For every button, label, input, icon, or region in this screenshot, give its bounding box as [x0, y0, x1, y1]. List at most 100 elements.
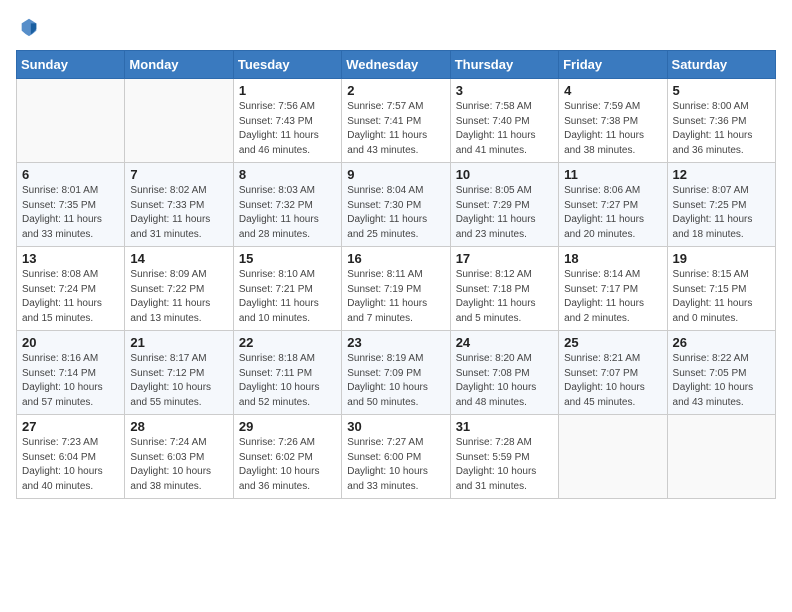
calendar-day-cell: 5 Sunrise: 8:00 AMSunset: 7:36 PMDaylight…: [667, 79, 775, 163]
day-info: Sunrise: 8:10 AMSunset: 7:21 PMDaylight:…: [239, 268, 336, 326]
calendar-week-row: 6Sunrise: 8:01 AMSunset: 7:35 PMDaylight…: [17, 163, 776, 247]
calendar-day-cell: 10 Sunrise: 8:05 AMSunset: 7:29 PMDayligh…: [450, 163, 558, 247]
day-info: Sunrise: 8:12 AMSunset: 7:18 PMDaylight:…: [456, 268, 553, 326]
day-number: 28: [130, 419, 227, 434]
calendar-day-cell: 14 Sunrise: 8:09 AMSunset: 7:22 PMDayligh…: [125, 247, 233, 331]
day-info: Sunrise: 8:00 AMSunset: 7:36 PMDaylight:…: [673, 100, 770, 158]
day-info: Sunrise: 8:08 AMSunset: 7:24 PMDaylight:…: [22, 268, 119, 326]
calendar-day-cell: 26 Sunrise: 8:22 AMSunset: 7:05 PMDayligh…: [667, 331, 775, 415]
day-info: Sunrise: 8:04 AMSunset: 7:30 PMDaylight:…: [347, 184, 444, 242]
day-info: Sunrise: 8:11 AMSunset: 7:19 PMDaylight:…: [347, 268, 444, 326]
day-info: Sunrise: 8:03 AMSunset: 7:32 PMDaylight:…: [239, 184, 336, 242]
calendar-week-row: 13 Sunrise: 8:08 AMSunset: 7:24 PMDayligh…: [17, 247, 776, 331]
calendar-day-cell: 13 Sunrise: 8:08 AMSunset: 7:24 PMDayligh…: [17, 247, 125, 331]
day-info: Sunrise: 7:24 AMSunset: 6:03 PMDaylight:…: [130, 436, 227, 494]
calendar-day-cell: 19 Sunrise: 8:15 AMSunset: 7:15 PMDayligh…: [667, 247, 775, 331]
day-number: 8: [239, 167, 336, 182]
weekday-header-cell: Friday: [559, 51, 667, 79]
day-info: Sunrise: 7:58 AMSunset: 7:40 PMDaylight:…: [456, 100, 553, 158]
day-number: 26: [673, 335, 770, 350]
calendar-day-cell: [559, 415, 667, 499]
calendar-day-cell: 27Sunrise: 7:23 AMSunset: 6:04 PMDayligh…: [17, 415, 125, 499]
calendar-day-cell: 22 Sunrise: 8:18 AMSunset: 7:11 PMDayligh…: [233, 331, 341, 415]
day-number: 11: [564, 167, 661, 182]
weekday-header-cell: Monday: [125, 51, 233, 79]
day-info: Sunrise: 8:17 AMSunset: 7:12 PMDaylight:…: [130, 352, 227, 410]
day-number: 18: [564, 251, 661, 266]
calendar-day-cell: 4 Sunrise: 7:59 AMSunset: 7:38 PMDaylight…: [559, 79, 667, 163]
day-number: 24: [456, 335, 553, 350]
calendar-day-cell: 17 Sunrise: 8:12 AMSunset: 7:18 PMDayligh…: [450, 247, 558, 331]
calendar-day-cell: 2 Sunrise: 7:57 AMSunset: 7:41 PMDaylight…: [342, 79, 450, 163]
calendar-day-cell: 7 Sunrise: 8:02 AMSunset: 7:33 PMDaylight…: [125, 163, 233, 247]
day-info: Sunrise: 8:14 AMSunset: 7:17 PMDaylight:…: [564, 268, 661, 326]
day-number: 20: [22, 335, 119, 350]
calendar-body: 1 Sunrise: 7:56 AMSunset: 7:43 PMDaylight…: [17, 79, 776, 499]
day-info: Sunrise: 7:59 AMSunset: 7:38 PMDaylight:…: [564, 100, 661, 158]
day-number: 7: [130, 167, 227, 182]
day-number: 14: [130, 251, 227, 266]
day-info: Sunrise: 8:21 AMSunset: 7:07 PMDaylight:…: [564, 352, 661, 410]
day-number: 12: [673, 167, 770, 182]
weekday-header-cell: Saturday: [667, 51, 775, 79]
weekday-header-cell: Sunday: [17, 51, 125, 79]
day-number: 10: [456, 167, 553, 182]
day-number: 13: [22, 251, 119, 266]
calendar-day-cell: 8 Sunrise: 8:03 AMSunset: 7:32 PMDaylight…: [233, 163, 341, 247]
day-info: Sunrise: 8:20 AMSunset: 7:08 PMDaylight:…: [456, 352, 553, 410]
day-number: 16: [347, 251, 444, 266]
calendar-day-cell: [17, 79, 125, 163]
day-number: 5: [673, 83, 770, 98]
day-number: 1: [239, 83, 336, 98]
day-number: 30: [347, 419, 444, 434]
day-info: Sunrise: 8:02 AMSunset: 7:33 PMDaylight:…: [130, 184, 227, 242]
logo: [16, 16, 40, 38]
calendar-day-cell: 25 Sunrise: 8:21 AMSunset: 7:07 PMDayligh…: [559, 331, 667, 415]
day-info: Sunrise: 8:18 AMSunset: 7:11 PMDaylight:…: [239, 352, 336, 410]
calendar-day-cell: 24 Sunrise: 8:20 AMSunset: 7:08 PMDayligh…: [450, 331, 558, 415]
day-info: Sunrise: 8:01 AMSunset: 7:35 PMDaylight:…: [22, 184, 119, 242]
day-info: Sunrise: 7:26 AMSunset: 6:02 PMDaylight:…: [239, 436, 336, 494]
day-number: 22: [239, 335, 336, 350]
calendar-table: SundayMondayTuesdayWednesdayThursdayFrid…: [16, 50, 776, 499]
day-info: Sunrise: 7:56 AMSunset: 7:43 PMDaylight:…: [239, 100, 336, 158]
day-info: Sunrise: 7:57 AMSunset: 7:41 PMDaylight:…: [347, 100, 444, 158]
calendar-day-cell: 23Sunrise: 8:19 AMSunset: 7:09 PMDayligh…: [342, 331, 450, 415]
logo-icon: [18, 16, 40, 38]
day-info: Sunrise: 8:22 AMSunset: 7:05 PMDaylight:…: [673, 352, 770, 410]
day-info: Sunrise: 7:28 AMSunset: 5:59 PMDaylight:…: [456, 436, 553, 494]
day-number: 23: [347, 335, 444, 350]
calendar-day-cell: 18 Sunrise: 8:14 AMSunset: 7:17 PMDayligh…: [559, 247, 667, 331]
calendar-day-cell: 15 Sunrise: 8:10 AMSunset: 7:21 PMDayligh…: [233, 247, 341, 331]
day-number: 9: [347, 167, 444, 182]
day-number: 19: [673, 251, 770, 266]
header: [16, 16, 776, 38]
day-number: 29: [239, 419, 336, 434]
day-number: 27: [22, 419, 119, 434]
weekday-header-cell: Thursday: [450, 51, 558, 79]
day-info: Sunrise: 8:05 AMSunset: 7:29 PMDaylight:…: [456, 184, 553, 242]
calendar-week-row: 1 Sunrise: 7:56 AMSunset: 7:43 PMDaylight…: [17, 79, 776, 163]
day-number: 31: [456, 419, 553, 434]
day-info: Sunrise: 8:15 AMSunset: 7:15 PMDaylight:…: [673, 268, 770, 326]
day-number: 3: [456, 83, 553, 98]
day-number: 2: [347, 83, 444, 98]
calendar-day-cell: 31 Sunrise: 7:28 AMSunset: 5:59 PMDayligh…: [450, 415, 558, 499]
day-number: 4: [564, 83, 661, 98]
calendar-day-cell: 28 Sunrise: 7:24 AMSunset: 6:03 PMDayligh…: [125, 415, 233, 499]
calendar-day-cell: 21Sunrise: 8:17 AMSunset: 7:12 PMDayligh…: [125, 331, 233, 415]
day-number: 25: [564, 335, 661, 350]
day-number: 17: [456, 251, 553, 266]
calendar-day-cell: [125, 79, 233, 163]
calendar-day-cell: 3 Sunrise: 7:58 AMSunset: 7:40 PMDaylight…: [450, 79, 558, 163]
calendar-day-cell: 16 Sunrise: 8:11 AMSunset: 7:19 PMDayligh…: [342, 247, 450, 331]
calendar-day-cell: 30Sunrise: 7:27 AMSunset: 6:00 PMDayligh…: [342, 415, 450, 499]
calendar-day-cell: 12Sunrise: 8:07 AMSunset: 7:25 PMDayligh…: [667, 163, 775, 247]
day-info: Sunrise: 8:09 AMSunset: 7:22 PMDaylight:…: [130, 268, 227, 326]
calendar-day-cell: 29 Sunrise: 7:26 AMSunset: 6:02 PMDayligh…: [233, 415, 341, 499]
weekday-header-cell: Wednesday: [342, 51, 450, 79]
calendar-week-row: 27Sunrise: 7:23 AMSunset: 6:04 PMDayligh…: [17, 415, 776, 499]
calendar-week-row: 20Sunrise: 8:16 AMSunset: 7:14 PMDayligh…: [17, 331, 776, 415]
day-number: 15: [239, 251, 336, 266]
weekday-header-row: SundayMondayTuesdayWednesdayThursdayFrid…: [17, 51, 776, 79]
